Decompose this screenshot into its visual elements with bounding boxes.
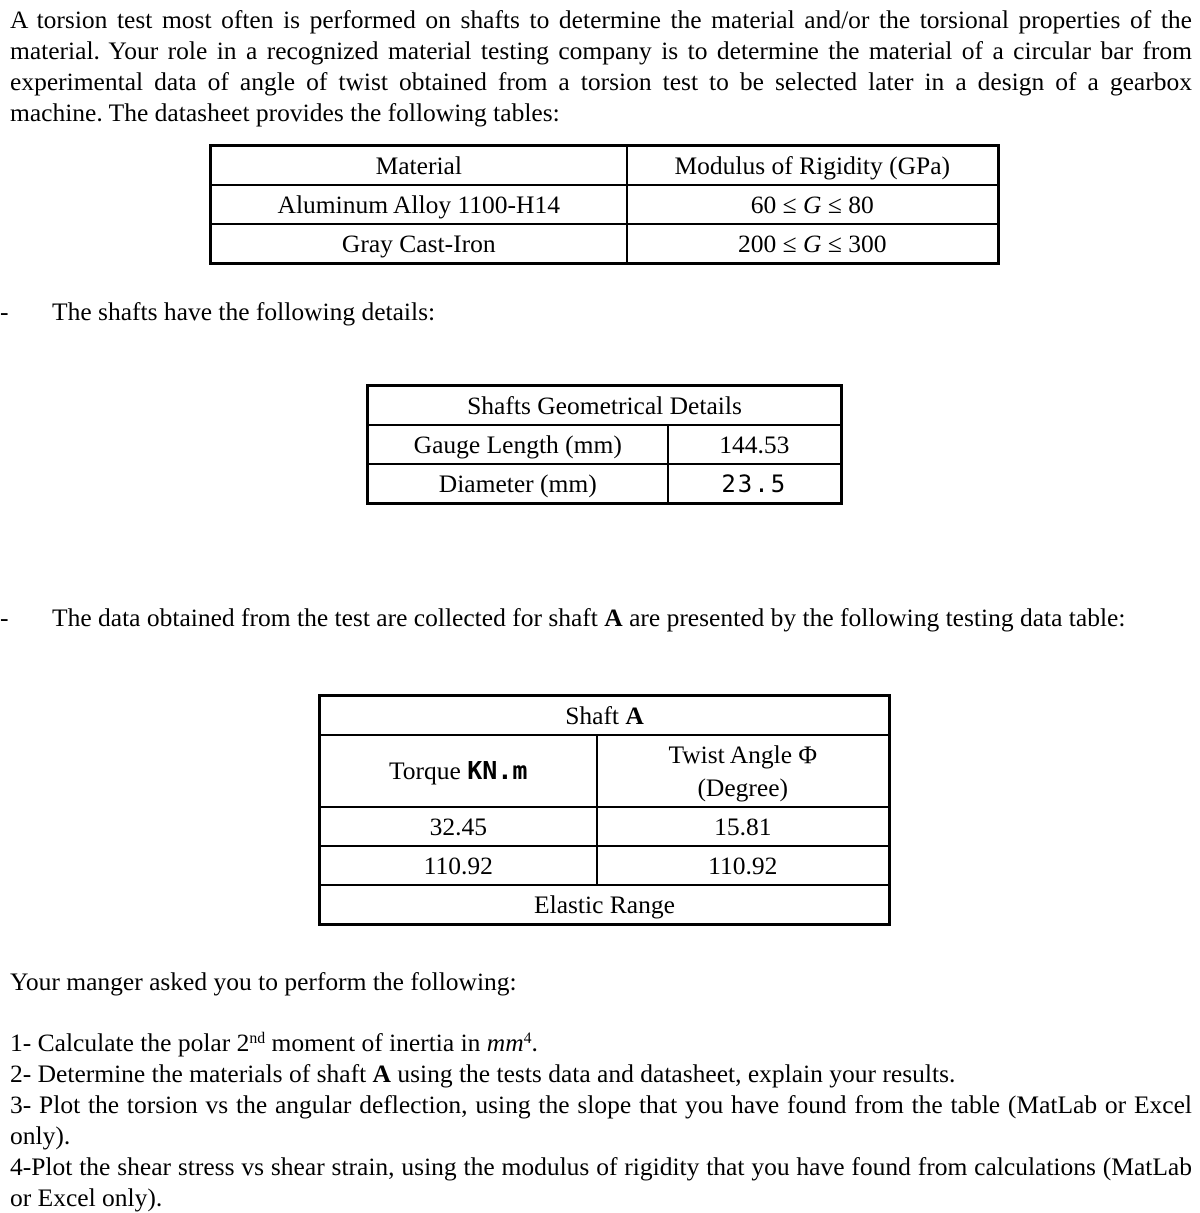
shaft-label-a: A (604, 603, 623, 632)
shaft-a-title-pre: Shaft (565, 700, 626, 730)
shaft-a-table-container: Shaft A Torque KN.m Twist Angle Φ (Degre… (0, 694, 1200, 926)
bullet-marker: - (0, 297, 9, 326)
intro-paragraph: A torsion test most often is performed o… (10, 5, 1192, 127)
shaft-a-footer-elastic-range: Elastic Range (318, 884, 891, 926)
modulus-high-aluminum: 80 (848, 189, 874, 219)
shaft-a-col-header-torque: Torque KN.m (318, 734, 598, 808)
relation-symbol: ≤ (827, 189, 842, 219)
table-row: 32.45 15.81 (318, 806, 891, 847)
tasks-intro: Your manger asked you to perform the fol… (10, 967, 517, 996)
materials-table-container: Material Modulus of Rigidity (GPa) Alumi… (0, 144, 1200, 265)
task-item-4: 4-Plot the shear stress vs shear strain,… (10, 1151, 1192, 1213)
geometry-value-gauge-length: 144.53 (666, 424, 843, 465)
tasks-section: Your manger asked you to perform the fol… (0, 966, 1200, 1213)
material-name-cast-iron: Gray Cast-Iron (209, 223, 628, 265)
materials-table: Material Modulus of Rigidity (GPa) Alumi… (209, 144, 1000, 265)
task-1-pre: Calculate the polar 2 (37, 1028, 250, 1057)
bullet-test-data-post: are presented by the following testing d… (622, 603, 1126, 632)
task-3-text: Plot the torsion vs the angular deflecti… (10, 1090, 1192, 1150)
shaft-a-twist-value-2: 110.92 (595, 845, 891, 886)
relation-symbol: ≤ (827, 228, 842, 258)
task-1-number: 1- (10, 1028, 38, 1057)
bullet-test-data-text: The data obtained from the test are coll… (52, 601, 1188, 634)
table-row: Diameter (mm) 23.5 (366, 463, 843, 505)
task-1-unit-exponent: 4 (523, 1029, 532, 1047)
shaft-a-torque-value-2: 110.92 (318, 845, 598, 886)
table-footer-row: Elastic Range (318, 884, 891, 926)
table-row: Gauge Length (mm) 144.53 (366, 424, 843, 465)
shaft-a-torque-value-1: 32.45 (318, 806, 598, 847)
document-page: A torsion test most often is performed o… (0, 0, 1200, 1213)
bullet-marker: - (0, 603, 9, 632)
bullet-test-data-pre: The data obtained from the test are coll… (52, 603, 605, 632)
table-header-row: Material Modulus of Rigidity (GPa) (209, 144, 1000, 186)
task-2-shaft-label: A (372, 1059, 391, 1088)
table-row: Aluminum Alloy 1100-H14 60 ≤ G ≤ 80 (209, 184, 1000, 225)
task-3-number: 3- (10, 1090, 40, 1119)
twist-angle-label: Twist Angle Φ (668, 740, 818, 769)
materials-header-material: Material (209, 144, 628, 186)
task-2-pre: Determine the materials of shaft (37, 1059, 373, 1088)
task-1-post: . (531, 1028, 538, 1057)
task-4-text: Plot the shear stress vs shear strain, u… (10, 1152, 1192, 1212)
shaft-a-twist-value-1: 15.81 (595, 806, 891, 847)
shaft-a-title-bold: A (625, 700, 644, 730)
task-1-mid: moment of inertia in (265, 1028, 487, 1057)
geometry-value-diameter: 23.5 (666, 463, 843, 505)
bullet-shafts-text: The shafts have the following details: (52, 297, 436, 326)
materials-header-modulus: Modulus of Rigidity (GPa) (625, 144, 1000, 186)
relation-symbol: ≤ (782, 189, 797, 219)
table-header-row: Shaft A (318, 694, 891, 736)
geometry-label-diameter: Diameter (mm) (366, 463, 669, 505)
geometry-table-container: Shafts Geometrical Details Gauge Length … (0, 384, 1200, 505)
bullet-shafts-details: - The shafts have the following details: (0, 295, 1200, 328)
task-2-post: using the tests data and datasheet, expl… (390, 1059, 956, 1088)
geometry-table-title: Shafts Geometrical Details (366, 384, 843, 426)
modulus-variable: G (803, 228, 822, 258)
material-modulus-cast-iron: 200 ≤ G ≤ 300 (625, 223, 1000, 265)
modulus-low-cast-iron: 200 (738, 228, 777, 258)
modulus-low-aluminum: 60 (750, 189, 777, 219)
modulus-variable: G (803, 189, 822, 219)
task-item-2: 2- Determine the materials of shaft A us… (10, 1058, 1192, 1089)
torque-label: Torque (389, 756, 468, 785)
modulus-high-cast-iron: 300 (848, 228, 887, 258)
table-column-header-row: Torque KN.m Twist Angle Φ (Degree) (318, 734, 891, 808)
shaft-a-title: Shaft A (318, 694, 891, 736)
geometry-label-gauge-length: Gauge Length (mm) (366, 424, 669, 465)
table-header-row: Shafts Geometrical Details (366, 384, 843, 426)
task-2-number: 2- (10, 1059, 38, 1088)
table-row: 110.92 110.92 (318, 845, 891, 886)
bullet-test-data: - The data obtained from the test are co… (0, 601, 1200, 634)
task-1-unit: mm (486, 1028, 524, 1057)
task-1-ordinal-suffix: nd (249, 1029, 266, 1047)
shaft-a-col-header-twist-angle: Twist Angle Φ (Degree) (595, 734, 891, 808)
task-item-1: 1- Calculate the polar 2nd moment of ine… (10, 1027, 1192, 1058)
twist-angle-unit: (Degree) (697, 773, 789, 802)
table-row: Gray Cast-Iron 200 ≤ G ≤ 300 (209, 223, 1000, 265)
material-modulus-aluminum: 60 ≤ G ≤ 80 (625, 184, 1000, 225)
torque-unit: KN.m (467, 756, 528, 785)
relation-symbol: ≤ (782, 228, 797, 258)
task-4-number: 4- (10, 1152, 32, 1181)
geometry-table: Shafts Geometrical Details Gauge Length … (366, 384, 843, 505)
shaft-a-table: Shaft A Torque KN.m Twist Angle Φ (Degre… (318, 694, 891, 926)
task-item-3: 3- Plot the torsion vs the angular defle… (10, 1089, 1192, 1151)
material-name-aluminum: Aluminum Alloy 1100-H14 (209, 184, 628, 225)
